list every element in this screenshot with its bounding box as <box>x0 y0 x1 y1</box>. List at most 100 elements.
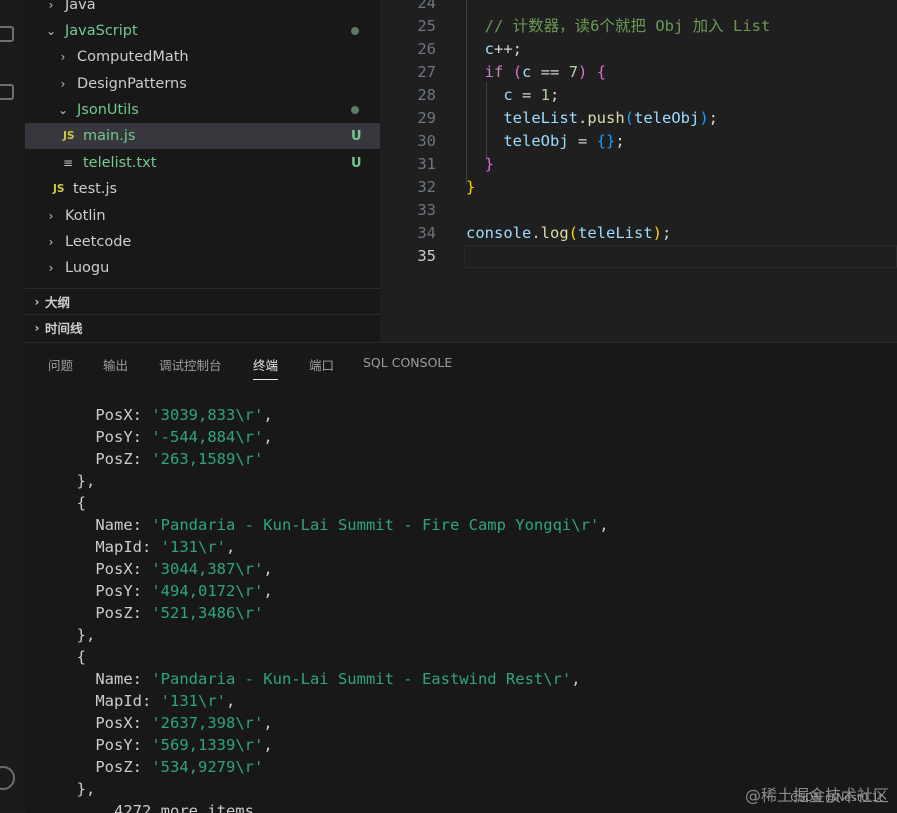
code-token: ; <box>708 109 719 127</box>
code-token: ) <box>699 109 709 127</box>
panel-tab[interactable]: SQL CONSOLE <box>363 355 452 370</box>
code-token: c <box>503 86 513 104</box>
terminal-indent <box>58 802 77 813</box>
tree-item-label: main.js <box>83 128 136 144</box>
tree-item-label: Java <box>65 0 96 13</box>
code-token: } <box>466 178 476 196</box>
code-token: . <box>577 109 588 127</box>
code-token: ++; <box>494 40 523 58</box>
code-line[interactable]: 30 teleObj = {}; <box>380 130 897 153</box>
terminal-key: PosZ: <box>95 450 152 468</box>
line-number: 31 <box>417 155 436 173</box>
code-line[interactable]: 35 <box>380 245 897 268</box>
terminal-punct: , <box>263 714 273 732</box>
panel-tab[interactable]: 输出 <box>103 355 128 374</box>
tree-item[interactable]: › ComputedMath <box>25 44 380 70</box>
code-token: 1 <box>540 86 551 104</box>
code-line[interactable]: 32} <box>380 176 897 199</box>
terminal-string: 'Pandaria - Kun-Lai Summit - Eastwind Re… <box>151 670 572 688</box>
code-text: } <box>466 176 475 199</box>
terminal-punct: , <box>263 406 273 424</box>
terminal-string: '131\r' <box>160 692 226 710</box>
terminal-key: ... 4272 more items <box>76 802 254 813</box>
panel-tab[interactable]: 调试控制台 <box>159 355 222 374</box>
code-token: {} <box>596 132 616 150</box>
terminal-punct: , <box>571 670 581 688</box>
tree-item[interactable]: › Luogu <box>25 255 380 281</box>
terminal-string: '3044,387\r' <box>151 560 264 578</box>
tree-item[interactable]: › Leetcode <box>25 229 380 255</box>
tree-item[interactable]: JS test.js <box>25 176 380 202</box>
timeline-label: 时间线 <box>45 321 83 336</box>
remote-explorer-icon[interactable] <box>0 84 14 100</box>
panel-tab[interactable]: 端口 <box>309 355 334 374</box>
terminal-key: MapId: <box>95 692 161 710</box>
terminal-indent <box>58 450 95 468</box>
terminal-key: PosZ: <box>95 604 152 622</box>
tree-item[interactable]: JS main.js U <box>25 123 380 149</box>
activity-bar <box>0 0 25 812</box>
tree-item-label: Kotlin <box>65 208 106 224</box>
code-token: if <box>484 63 504 81</box>
chevron-right-icon: › <box>48 0 54 12</box>
code-token: log <box>540 224 569 242</box>
extensions-icon[interactable] <box>0 26 14 42</box>
terminal-indent <box>58 494 77 512</box>
tree-item[interactable]: ⌄ JavaScript <box>25 18 380 44</box>
modified-dot-icon <box>351 27 359 35</box>
terminal-line: PosZ: '521,3486\r' <box>58 602 263 624</box>
tree-item[interactable]: › DesignPatterns <box>25 71 380 97</box>
tree-item-label: JavaScript <box>65 23 138 39</box>
line-number: 28 <box>417 86 436 104</box>
line-number: 34 <box>417 224 436 242</box>
code-line[interactable]: 24 <box>380 0 897 15</box>
tree-item[interactable]: › Kotlin <box>25 203 380 229</box>
terminal-indent <box>58 736 95 754</box>
terminal-line: PosZ: '263,1589\r' <box>58 448 263 470</box>
terminal-string: '521,3486\r' <box>151 604 264 622</box>
tree-item[interactable]: ⌄ JsonUtils <box>25 97 380 123</box>
code-token: ( <box>624 109 634 127</box>
code-line[interactable]: 26 c++; <box>380 38 897 61</box>
terminal-key: }, <box>76 780 96 798</box>
chevron-right-icon: › <box>60 77 66 91</box>
tree-item-label: DesignPatterns <box>77 76 187 92</box>
terminal-key: { <box>76 494 87 512</box>
code-text: c = 1; <box>466 84 559 107</box>
code-line[interactable]: 25 // 计数器，读6个就把 Obj 加入 List <box>380 15 897 38</box>
code-line[interactable]: 29 teleList.push(teleObj); <box>380 107 897 130</box>
code-line[interactable]: 31 } <box>380 153 897 176</box>
terminal-string: '3039,833\r' <box>151 406 264 424</box>
bottom-panel: 问题 输出 调试控制台 终端 端口 SQL CONSOLE PosX: '3039,833… <box>25 342 897 813</box>
explorer-sidebar: › Java ⌄ JavaScript › ComputedMath › DesignPatt… <box>25 0 380 342</box>
code-editor[interactable]: 24 25 // 计数器，读6个就把 Obj 加入 List 26 c++; 27 i… <box>380 0 897 342</box>
tree-item[interactable]: › Java <box>25 0 380 18</box>
terminal-key: MapId: <box>95 538 161 556</box>
panel-tab[interactable]: 终端 <box>253 355 279 380</box>
tree-item-label: ComputedMath <box>77 49 189 65</box>
code-token: = <box>568 132 597 150</box>
untracked-badge: U <box>351 128 362 144</box>
code-line[interactable]: 28 c = 1; <box>380 84 897 107</box>
code-token: ( <box>512 63 523 81</box>
terminal-indent <box>58 692 95 710</box>
account-icon[interactable] <box>0 766 15 790</box>
terminal-line: Name: 'Pandaria - Kun-Lai Summit - Eastw… <box>58 668 581 690</box>
code-line[interactable]: 27 if (c == 7) { <box>380 61 897 84</box>
terminal-key: PosX: <box>95 714 152 732</box>
terminal-line: PosY: '-544,884\r', <box>58 426 272 448</box>
terminal-key: }, <box>76 472 96 490</box>
modified-dot-icon <box>351 106 359 114</box>
tree-item[interactable]: ≡ telelist.txt U <box>25 150 380 176</box>
code-line[interactable]: 34 console.log(teleList); <box>380 222 897 245</box>
code-line[interactable]: 33 <box>380 199 897 222</box>
line-number: 26 <box>417 40 436 58</box>
outline-section[interactable]: › 大纲 <box>25 288 380 314</box>
panel-tab[interactable]: 问题 <box>48 355 73 374</box>
timeline-section[interactable]: › 时间线 <box>25 314 380 340</box>
terminal-key: PosX: <box>95 560 152 578</box>
terminal-indent <box>58 758 95 776</box>
terminal-indent <box>58 714 95 732</box>
